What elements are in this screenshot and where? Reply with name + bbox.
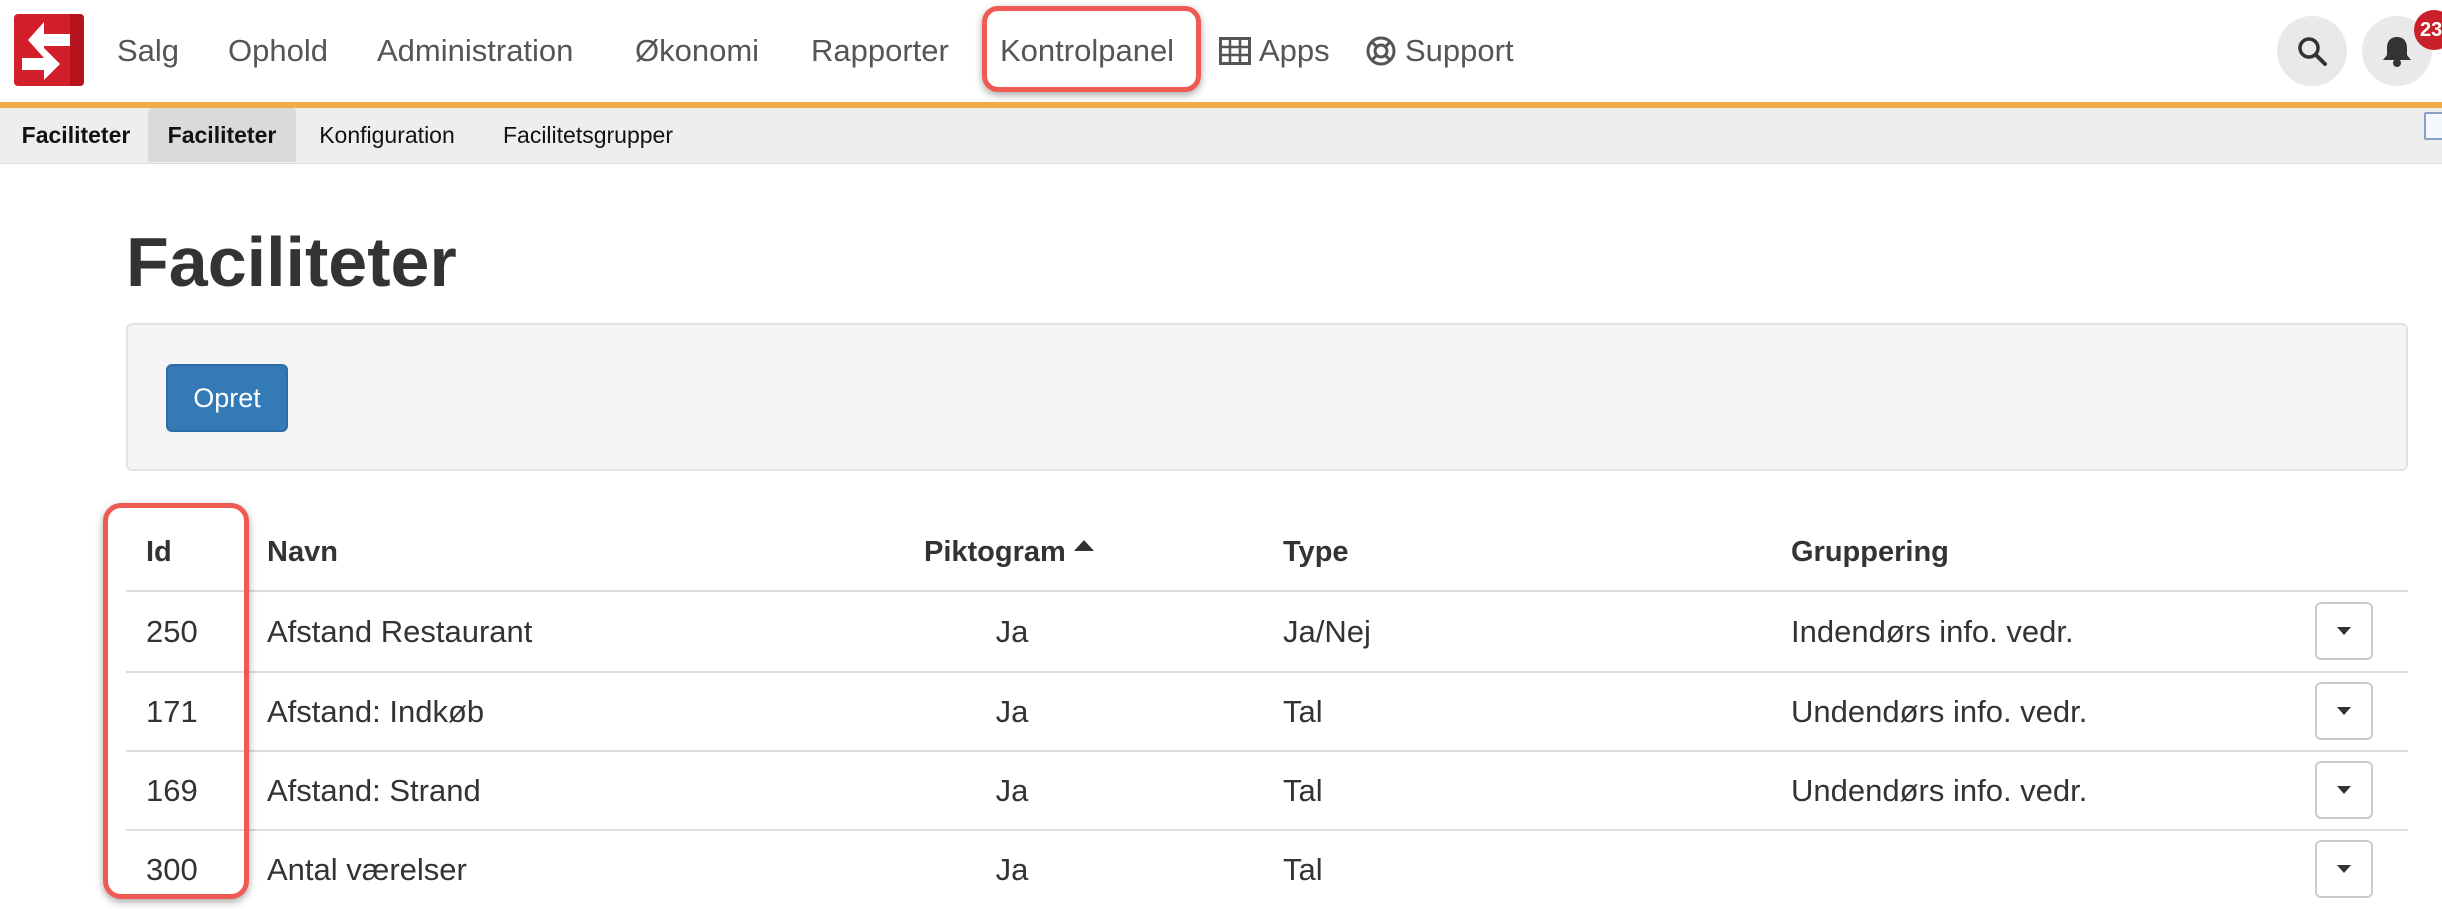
nav-item-salg[interactable]: Salg (117, 0, 179, 102)
nav-item-ophold[interactable]: Ophold (228, 0, 328, 102)
row-actions-dropdown[interactable] (2315, 840, 2373, 898)
lifebuoy-icon (1365, 35, 1397, 67)
top-navigation: Salg Ophold Administration Økonomi Rappo… (0, 0, 2442, 102)
nav-item-support[interactable]: Support (1365, 0, 1514, 102)
cell-name: Afstand: Indkøb (267, 693, 485, 729)
column-header-pictogram[interactable]: Piktogram (924, 528, 1094, 576)
cell-name: Afstand: Strand (267, 772, 481, 808)
nav-item-label: Økonomi (635, 33, 760, 68)
row-divider (126, 829, 2408, 831)
subnav-tab-konfiguration[interactable]: Konfiguration (300, 108, 474, 162)
create-button[interactable]: Opret (166, 364, 288, 432)
cell-name: Afstand Restaurant (267, 613, 533, 649)
column-header-type[interactable]: Type (1283, 528, 1349, 576)
logo-arrows-icon (22, 14, 84, 86)
cell-pictogram: Ja (995, 851, 1029, 887)
cell-grouping: Indendørs info. vedr. (1791, 613, 2074, 649)
nav-item-okonomi[interactable]: Økonomi (635, 0, 759, 102)
caret-down-icon (2337, 627, 2351, 635)
nav-item-label: Support (1405, 33, 1514, 68)
caret-down-icon (2337, 865, 2351, 873)
sub-navigation: Faciliteter Faciliteter Konfiguration Fa… (0, 108, 2442, 164)
search-button[interactable] (2277, 16, 2347, 86)
bell-icon (2383, 37, 2411, 67)
subnav-tab-faciliteter[interactable]: Faciliteter (148, 108, 296, 162)
nav-item-label: Rapporter (811, 33, 949, 68)
column-header-grouping[interactable]: Gruppering (1791, 528, 1949, 576)
corner-window-icon[interactable] (2424, 112, 2442, 140)
subnav-tab-facilitetsgrupper[interactable]: Facilitetsgrupper (486, 108, 690, 162)
cell-pictogram: Ja (995, 613, 1029, 649)
id-column-highlight-box (103, 503, 249, 899)
column-header-label: Piktogram (924, 535, 1066, 568)
column-header-name[interactable]: Navn (267, 528, 338, 576)
kontrolpanel-highlight-box (982, 6, 1201, 92)
nav-item-rapporter[interactable]: Rapporter (811, 0, 949, 102)
cell-pictogram: Ja (995, 772, 1029, 808)
search-icon (2298, 37, 2327, 66)
row-actions-dropdown[interactable] (2315, 761, 2373, 819)
nav-item-apps[interactable]: Apps (1219, 0, 1330, 102)
column-header-label: Navn (267, 535, 338, 568)
nav-item-label: Salg (117, 33, 180, 68)
column-header-label: Gruppering (1791, 535, 1949, 568)
cell-pictogram: Ja (995, 693, 1029, 729)
nav-item-label: Administration (377, 33, 574, 68)
row-actions-dropdown[interactable] (2315, 602, 2373, 660)
nav-item-label: Apps (1259, 33, 1330, 68)
app-logo[interactable] (14, 14, 84, 86)
cell-type: Tal (1283, 693, 1323, 729)
cell-type: Tal (1283, 851, 1323, 887)
cell-type: Tal (1283, 772, 1323, 808)
caret-down-icon (2337, 786, 2351, 794)
cell-grouping: Undendørs info. vedr. (1791, 772, 2088, 808)
grid-icon (1219, 37, 1251, 65)
row-actions-dropdown[interactable] (2315, 682, 2373, 740)
caret-down-icon (2337, 707, 2351, 715)
subnav-section-faciliteter[interactable]: Faciliteter (6, 108, 146, 162)
cell-name: Antal værelser (267, 851, 467, 887)
column-header-label: Type (1283, 535, 1349, 568)
cell-grouping: Undendørs info. vedr. (1791, 693, 2088, 729)
page-title: Faciliteter (126, 223, 457, 301)
nav-item-administration[interactable]: Administration (377, 0, 573, 102)
actions-panel (126, 323, 2408, 471)
cell-type: Ja/Nej (1283, 613, 1371, 649)
nav-item-label: Ophold (228, 33, 328, 68)
sort-ascending-icon (1073, 539, 1094, 551)
